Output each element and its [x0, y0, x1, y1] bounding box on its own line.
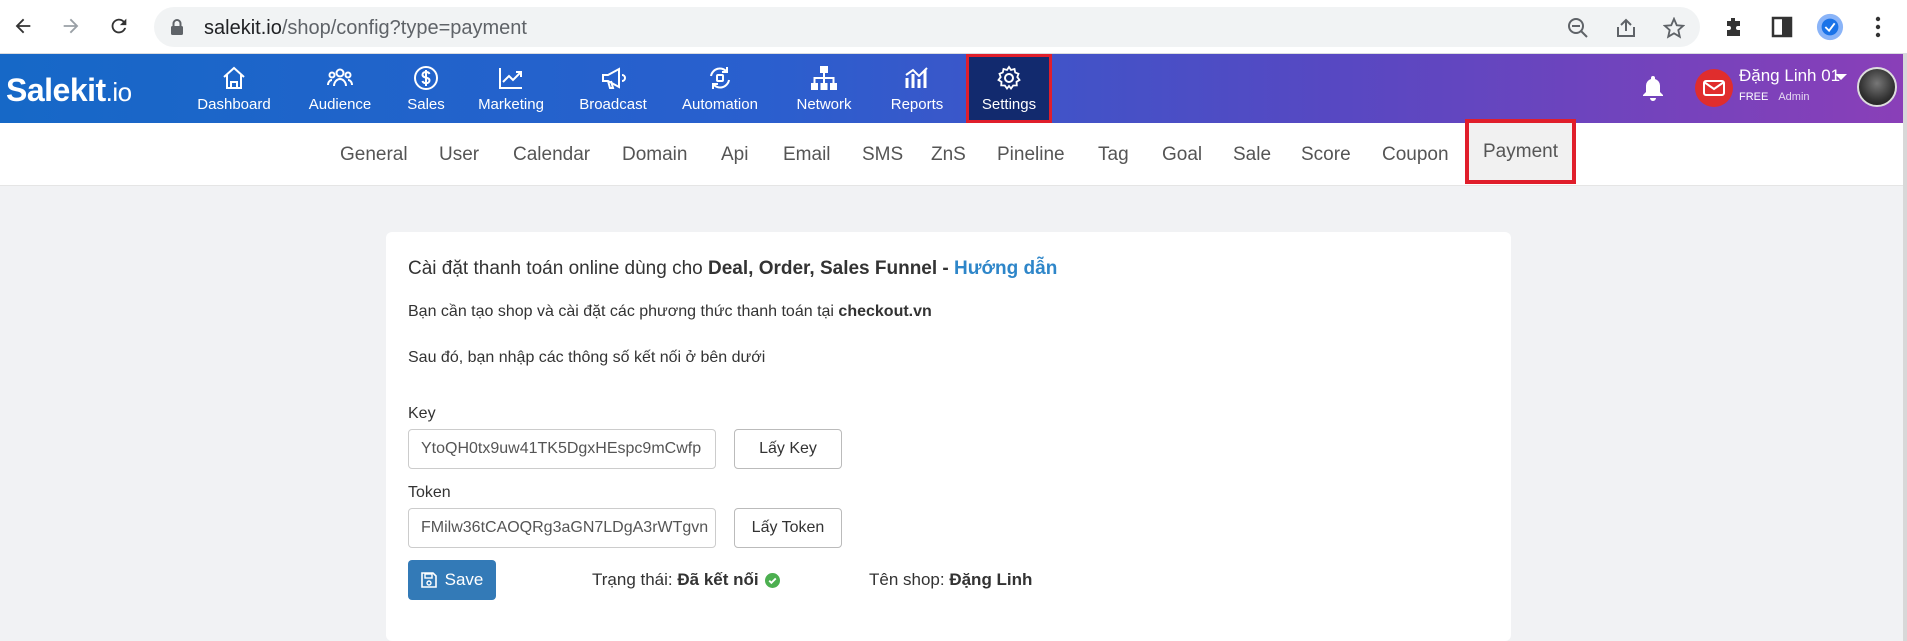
lock-icon — [170, 18, 184, 41]
bell-icon[interactable] — [1640, 74, 1666, 107]
save-button[interactable]: Save — [408, 560, 496, 600]
key-input[interactable]: YtoQH0tx9uw41TK5DgxHEspc9mCwfp — [408, 429, 716, 469]
save-label: Save — [444, 570, 484, 589]
guide-link[interactable]: Hướng dẫn — [954, 258, 1057, 279]
checkout-link: checkout.vn — [838, 303, 932, 320]
gear-icon — [997, 65, 1021, 90]
nav-label: Marketing — [478, 96, 544, 113]
tab-coupon[interactable]: Coupon — [1382, 123, 1449, 186]
instruction-line-1: Bạn cần tạo shop và cài đặt các phương t… — [408, 303, 932, 320]
nav-label: Broadcast — [579, 96, 647, 113]
tab-calendar[interactable]: Calendar — [513, 123, 590, 186]
network-icon — [811, 66, 837, 90]
tab-sale[interactable]: Sale — [1233, 123, 1271, 186]
nav-broadcast[interactable]: Broadcast — [575, 54, 651, 123]
token-label: Token — [408, 484, 451, 501]
nav-marketing[interactable]: Marketing — [472, 54, 550, 123]
tab-zns[interactable]: ZnS — [931, 123, 966, 186]
home-icon — [223, 66, 245, 89]
salekit-logo[interactable]: Salekit.io — [6, 72, 132, 109]
tab-goal[interactable]: Goal — [1162, 123, 1202, 186]
tab-api[interactable]: Api — [721, 123, 748, 186]
people-icon — [327, 68, 353, 87]
nav-reports[interactable]: Reports — [890, 54, 944, 123]
settings-subnav: General User Calendar Domain Api Email S… — [0, 119, 1907, 186]
nav-label: Sales — [407, 96, 445, 113]
nav-network[interactable]: Network — [795, 54, 853, 123]
dollar-icon — [414, 66, 438, 90]
nav-label: Automation — [682, 96, 758, 113]
tab-score[interactable]: Score — [1301, 123, 1351, 186]
connection-status: Trạng thái: Đã kết nối — [592, 570, 780, 590]
forward-icon[interactable] — [56, 11, 86, 41]
nav-automation[interactable]: Automation — [679, 54, 761, 123]
nav-settings[interactable]: Settings — [966, 54, 1052, 123]
card-title: Cài đặt thanh toán online dùng cho Deal,… — [408, 258, 1058, 279]
token-input[interactable]: FMilw36tCAOQRg3aGN7LDgA3rWTgvn — [408, 508, 716, 548]
star-icon[interactable] — [1662, 16, 1686, 40]
tab-tag[interactable]: Tag — [1098, 123, 1129, 186]
puzzle-icon[interactable] — [1720, 13, 1748, 41]
nav-label: Audience — [308, 96, 372, 113]
address-bar[interactable]: salekit.io/shop/config?type=payment — [154, 7, 1700, 47]
cycle-icon — [710, 67, 730, 89]
browser-toolbar: salekit.io/shop/config?type=payment — [0, 0, 1907, 54]
tab-sms[interactable]: SMS — [862, 123, 903, 186]
tab-user[interactable]: User — [439, 123, 479, 186]
chart-icon — [499, 68, 522, 89]
nav-label: Reports — [890, 96, 944, 113]
profile-icon[interactable] — [1816, 13, 1844, 41]
sidebar-icon[interactable] — [1768, 13, 1796, 41]
app-header: Salekit.io Dashboard Audience Sales Mark… — [0, 54, 1907, 123]
instruction-line-2: Sau đó, bạn nhập các thông số kết nối ở … — [408, 349, 766, 366]
get-key-button[interactable]: Lấy Key — [734, 429, 842, 469]
mail-icon[interactable] — [1695, 69, 1733, 107]
nav-label: Network — [796, 96, 852, 113]
tab-payment[interactable]: Payment — [1465, 119, 1576, 184]
nav-dashboard[interactable]: Dashboard — [196, 54, 272, 123]
floppy-icon — [420, 572, 437, 588]
avatar[interactable] — [1857, 67, 1897, 107]
nav-label: Settings — [981, 96, 1037, 113]
nav-label: Dashboard — [197, 96, 271, 113]
user-plan: FREE Admin — [1739, 91, 1810, 103]
back-icon[interactable] — [8, 11, 38, 41]
chevron-down-icon[interactable] — [1835, 74, 1847, 80]
nav-audience[interactable]: Audience — [306, 54, 374, 123]
shop-name: Tên shop: Đặng Linh — [869, 570, 1033, 589]
tab-email[interactable]: Email — [783, 123, 831, 186]
reload-icon[interactable] — [104, 11, 134, 41]
payment-settings-card: Cài đặt thanh toán online dùng cho Deal,… — [386, 232, 1511, 641]
tab-pineline[interactable]: Pineline — [997, 123, 1065, 186]
megaphone-icon — [602, 67, 626, 89]
more-icon[interactable] — [1864, 13, 1892, 41]
share-icon[interactable] — [1614, 16, 1638, 40]
key-label: Key — [408, 405, 436, 422]
reports-icon — [905, 67, 928, 88]
url-text: salekit.io/shop/config?type=payment — [204, 17, 527, 39]
tab-general[interactable]: General — [340, 123, 408, 186]
user-name[interactable]: Đặng Linh 01 — [1739, 66, 1840, 86]
check-circle-icon — [764, 572, 780, 588]
scrollbar[interactable] — [1903, 54, 1907, 641]
tab-domain[interactable]: Domain — [622, 123, 687, 186]
get-token-button[interactable]: Lấy Token — [734, 508, 842, 548]
zoom-out-icon[interactable] — [1566, 16, 1590, 40]
nav-sales[interactable]: Sales — [404, 54, 448, 123]
